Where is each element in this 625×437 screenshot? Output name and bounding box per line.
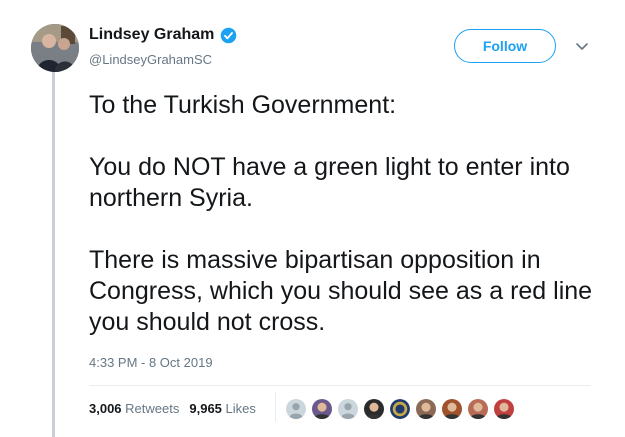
chevron-down-icon[interactable]: [574, 38, 590, 54]
verified-badge-icon: [221, 27, 237, 43]
author-name[interactable]: Lindsey Graham: [89, 26, 214, 44]
tweet-paragraph: There is massive bipartisan opposition i…: [89, 246, 593, 336]
liker-avatar[interactable]: [441, 398, 463, 420]
tweet-paragraph: You do NOT have a green light to enter i…: [89, 153, 570, 212]
follow-button[interactable]: Follow: [454, 29, 556, 63]
liker-avatar[interactable]: [363, 398, 385, 420]
avatar-image: [31, 24, 79, 72]
retweets-count: 3,006: [89, 401, 122, 416]
likes-label: Likes: [225, 401, 256, 416]
likers-list: [285, 398, 519, 420]
avatar[interactable]: [31, 24, 79, 72]
author-name-row[interactable]: Lindsey Graham: [89, 26, 237, 44]
tweet-timestamp[interactable]: 4:33 PM - 8 Oct 2019: [89, 355, 213, 370]
liker-avatar[interactable]: [493, 398, 515, 420]
thread-line: [52, 72, 55, 437]
divider: [89, 385, 591, 386]
liker-avatar[interactable]: [467, 398, 489, 420]
likes-count: 9,965: [189, 401, 222, 416]
retweets-label: Retweets: [125, 401, 180, 416]
tweet-stats: 3,006 Retweets 9,965 Likes: [89, 401, 256, 416]
liker-avatar[interactable]: [285, 398, 307, 420]
liker-avatar[interactable]: [415, 398, 437, 420]
liker-avatar[interactable]: [311, 398, 333, 420]
tweet-text: To the Turkish Government: You do NOT ha…: [89, 90, 609, 369]
liker-avatar[interactable]: [337, 398, 359, 420]
author-handle[interactable]: @LindseyGrahamSC: [89, 52, 212, 67]
tweet-paragraph: To the Turkish Government:: [89, 91, 397, 119]
stats-separator: [275, 392, 276, 422]
liker-avatar[interactable]: [389, 398, 411, 420]
likes-stat[interactable]: 9,965 Likes: [189, 401, 256, 416]
retweets-stat[interactable]: 3,006 Retweets: [89, 401, 179, 416]
